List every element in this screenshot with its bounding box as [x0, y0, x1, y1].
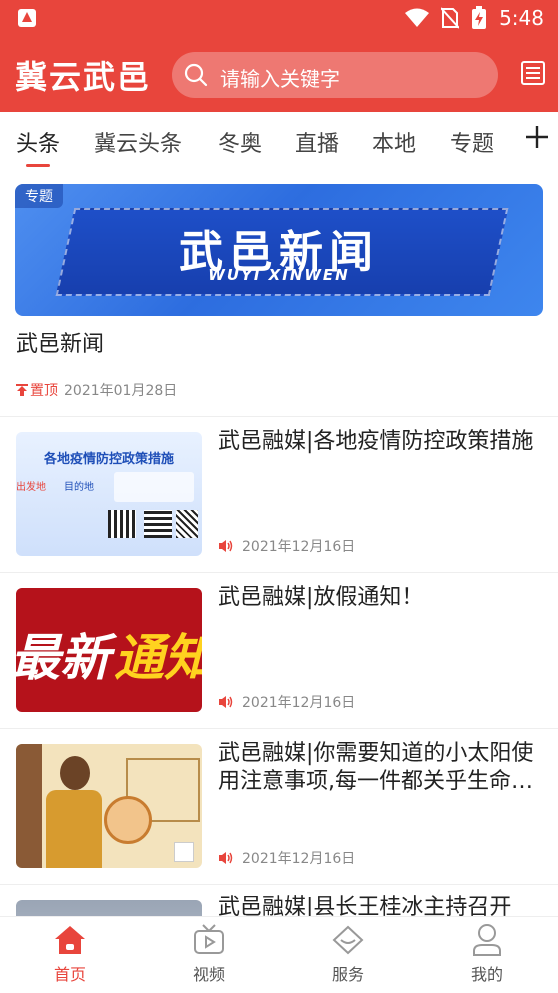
topic-tag: 专题 [15, 184, 63, 208]
thumb-text-notice: 通知 [114, 629, 202, 687]
article-title: 武邑融媒|各地疫情防控政策措施 [218, 429, 534, 454]
article-thumbnail: 最新 通知 [16, 588, 202, 712]
banner-subtitle: WUYI XINWEN [208, 266, 350, 284]
article-meta: 2021年12月16日 [218, 692, 355, 712]
home-icon [55, 926, 85, 954]
status-bar: 5:48 [0, 0, 558, 38]
bottom-navigation: 首页 视频 服务 我的 [0, 916, 558, 993]
nav-video-label: 视频 [192, 965, 225, 984]
tab-jiyun-headlines[interactable]: 冀云头条 [94, 126, 182, 158]
nav-services[interactable]: 服务 [298, 923, 398, 985]
featured-banner[interactable]: 专题 武邑新闻 WUYI XINWEN [15, 184, 543, 316]
pin-arrow-icon [16, 384, 28, 396]
article-date: 2021年12月16日 [242, 695, 356, 711]
nav-services-label: 服务 [331, 965, 364, 984]
divider [0, 572, 558, 573]
qr-code [176, 510, 198, 538]
pinned-badge: 置顶 [16, 380, 58, 400]
nav-home[interactable]: 首页 [20, 923, 120, 985]
article-date: 2021年12月16日 [242, 539, 356, 555]
list-item[interactable]: 武邑融媒|你需要知道的小太阳使用注意事项,每一件都关乎生命安全 2021年12月… [0, 730, 558, 870]
divider [0, 884, 558, 885]
speaker-icon [219, 852, 233, 864]
featured-date: 2021年01月28日 [64, 383, 178, 399]
app-header: 冀云武邑 请输入关键字 [0, 38, 558, 112]
featured-title[interactable]: 武邑新闻 [16, 326, 104, 358]
no-sim-icon [441, 7, 460, 29]
thumb-text-latest: 最新 [16, 629, 110, 687]
featured-meta: 置顶 2021年01月28日 [16, 380, 177, 400]
divider [0, 728, 558, 729]
search-icon [184, 63, 208, 87]
tv-icon [194, 924, 224, 954]
door-illustration [16, 744, 42, 868]
thumb-info-box [114, 472, 194, 502]
news-list-icon[interactable] [520, 60, 546, 86]
thumb-from: 出发地 [16, 482, 46, 493]
status-time: 5:48 [499, 6, 544, 30]
article-thumbnail: 各地疫情防控政策措施 出发地 目的地 [16, 432, 202, 556]
tab-winter-olympics[interactable]: 冬奥 [218, 126, 262, 158]
article-title: 武邑融媒|你需要知道的小太阳使用注意事项,每一件都关乎生命安全 [218, 741, 534, 794]
app-notification-icon [18, 9, 36, 27]
tab-local[interactable]: 本地 [372, 126, 416, 158]
add-channel-icon[interactable] [524, 124, 550, 150]
diamond-icon [332, 925, 364, 955]
pinned-label: 置顶 [30, 383, 58, 399]
article-thumbnail [16, 900, 202, 916]
tab-headlines[interactable]: 头条 [16, 126, 60, 158]
wall-socket [174, 842, 194, 862]
tab-topics[interactable]: 专题 [450, 126, 494, 158]
category-tabs: 头条 冀云头条 冬奥 直播 本地 专题 [0, 112, 558, 170]
nav-profile-label: 我的 [470, 965, 503, 984]
list-item[interactable]: 最新 通知 武邑融媒|放假通知！ 2021年12月16日 [0, 574, 558, 714]
user-icon [473, 924, 501, 956]
list-item[interactable]: 各地疫情防控政策措施 出发地 目的地 武邑融媒|各地疫情防控政策措施 2021年… [0, 418, 558, 558]
qr-code [144, 510, 172, 538]
battery-charging-icon [472, 6, 487, 29]
person-head [60, 756, 90, 790]
heater-illustration [104, 796, 152, 844]
search-placeholder[interactable]: 请输入关键字 [220, 63, 340, 92]
nav-profile[interactable]: 我的 [437, 923, 537, 985]
article-title: 武邑融媒|县长王桂冰主持召开 [218, 895, 512, 916]
thumb-headline: 各地疫情防控政策措施 [43, 452, 174, 467]
article-title: 武邑融媒|放假通知！ [218, 585, 424, 610]
person-body [46, 790, 102, 868]
article-thumbnail [16, 744, 202, 868]
search-bar[interactable]: 请输入关键字 [172, 52, 498, 98]
active-tab-indicator [26, 164, 50, 167]
nav-home-label: 首页 [53, 965, 86, 984]
qr-code [108, 510, 136, 538]
divider [0, 416, 558, 417]
tab-live[interactable]: 直播 [295, 126, 339, 158]
list-item[interactable]: 武邑融媒|县长王桂冰主持召开 [0, 886, 558, 916]
article-meta: 2021年12月16日 [218, 536, 355, 556]
thumb-to: 目的地 [64, 482, 94, 493]
wifi-icon [405, 8, 430, 27]
app-title: 冀云武邑 [15, 58, 152, 96]
article-meta: 2021年12月16日 [218, 848, 355, 868]
speaker-icon [219, 540, 233, 552]
speaker-icon [219, 696, 233, 708]
nav-video[interactable]: 视频 [159, 923, 259, 985]
article-date: 2021年12月16日 [242, 851, 356, 867]
